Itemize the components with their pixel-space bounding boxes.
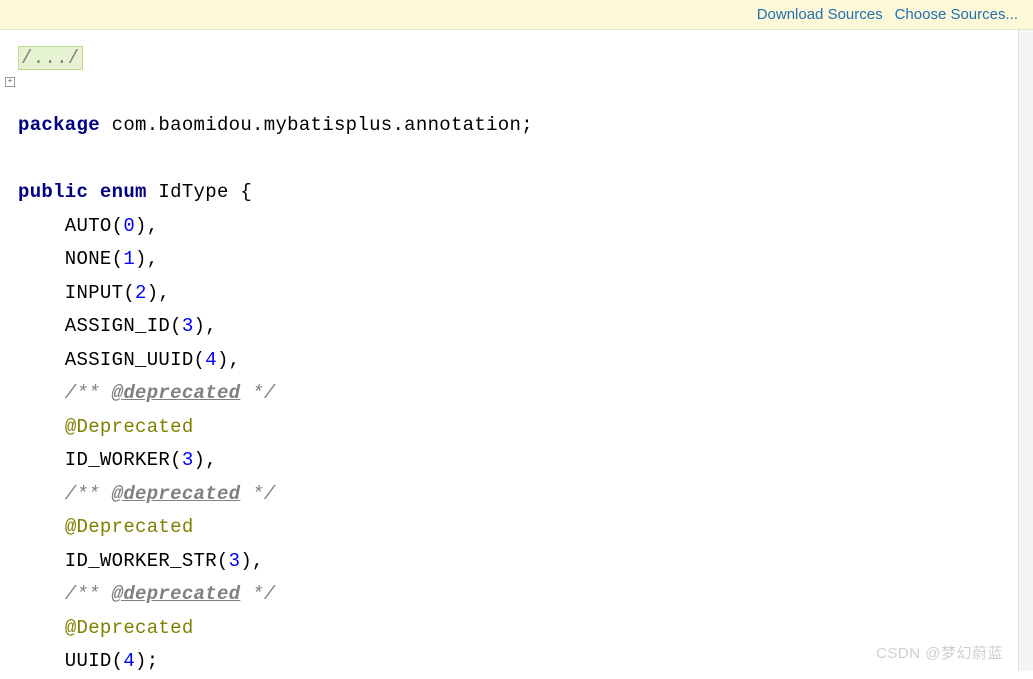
code-editor[interactable]: /.../ package com.baomidou.mybatisplus.a… [18,30,1018,671]
keyword-package: package [18,114,100,136]
javadoc-comment: /** [18,483,112,505]
enum-input: INPUT( [18,282,135,304]
folded-block[interactable]: /.../ [18,46,83,70]
watermark-text: CSDN @梦幻蔚蓝 [876,642,1003,663]
enum-auto: AUTO( [18,215,123,237]
fold-expand-icon[interactable]: + [5,77,15,87]
enum-id-worker-value: 3 [182,449,194,471]
deprecated-annotation: @Deprecated [65,416,194,438]
vertical-scrollbar[interactable] [1018,30,1033,671]
enum-id-worker-str: ID_WORKER_STR( [18,550,229,572]
enum-auto-value: 0 [123,215,135,237]
enum-assign-id: ASSIGN_ID( [18,315,182,337]
notification-bar: Download Sources Choose Sources... [0,0,1033,30]
deprecated-annotation: @Deprecated [65,516,194,538]
deprecated-tag: @deprecated [112,583,241,605]
package-statement: com.baomidou.mybatisplus.annotation; [100,114,533,136]
deprecated-annotation: @Deprecated [65,617,194,639]
enum-id-worker: ID_WORKER( [18,449,182,471]
keyword-enum: enum [88,181,147,203]
enum-uuid-value: 4 [123,650,135,672]
enum-assign-uuid-value: 4 [205,349,217,371]
enum-id-worker-str-value: 3 [229,550,241,572]
enum-uuid: UUID( [18,650,123,672]
javadoc-comment: /** [18,583,112,605]
enum-none-value: 1 [123,248,135,270]
class-declaration: IdType { [147,181,252,203]
enum-input-value: 2 [135,282,147,304]
enum-assign-uuid: ASSIGN_UUID( [18,349,205,371]
deprecated-tag: @deprecated [112,483,241,505]
editor-gutter: + [0,30,18,671]
keyword-public: public [18,181,88,203]
choose-sources-link[interactable]: Choose Sources... [895,6,1018,23]
enum-none: NONE( [18,248,123,270]
enum-assign-id-value: 3 [182,315,194,337]
javadoc-comment: /** [18,382,112,404]
download-sources-link[interactable]: Download Sources [757,6,883,23]
deprecated-tag: @deprecated [112,382,241,404]
